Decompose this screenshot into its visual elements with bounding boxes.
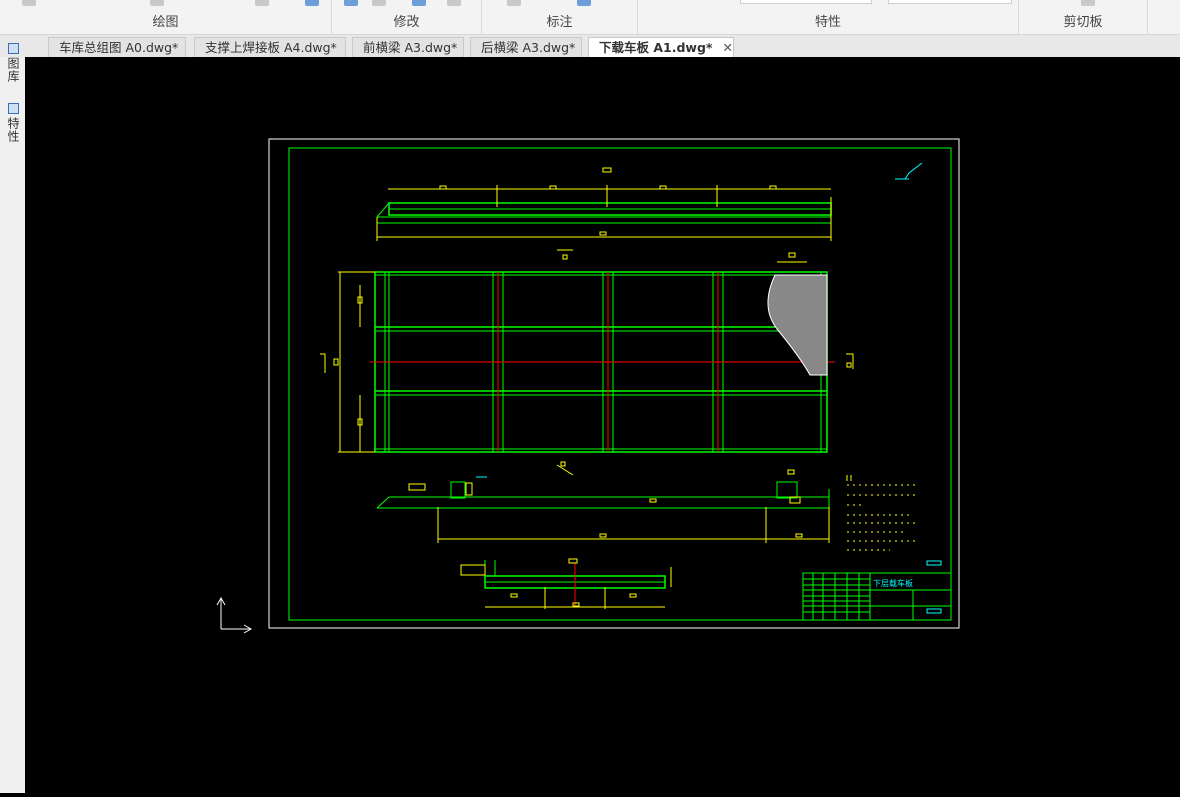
- technical-notes: [846, 475, 918, 551]
- hatch-tool-icon[interactable]: [255, 0, 269, 6]
- cad-drawing[interactable]: 下层载车板: [25, 57, 1180, 793]
- view-front-elevation: [376, 461, 830, 543]
- sheet-frame: [268, 138, 960, 629]
- ribbon-group-label-properties: 特性: [814, 15, 841, 30]
- ribbon-group-label-draw: 绘图: [152, 15, 179, 30]
- library-icon: [7, 43, 19, 54]
- ribbon-group-label-clipboard: 剪切板: [1063, 15, 1103, 30]
- ribbon-group-clipboard[interactable]: 剪切板: [1019, 0, 1148, 34]
- lineweight-select[interactable]: [888, 0, 1012, 4]
- arc-tool-icon[interactable]: [150, 0, 164, 6]
- region-tool-icon[interactable]: [305, 0, 319, 6]
- view-part-detail: [460, 558, 672, 609]
- ribbon-group-label-modify: 修改: [393, 15, 420, 30]
- tab-rear-beam[interactable]: 后横梁 A3.dwg*: [470, 37, 582, 57]
- rotate-tool-icon[interactable]: [412, 0, 426, 6]
- title-block-name: 下层载车板: [873, 578, 913, 588]
- ribbon-group-properties[interactable]: 特性: [638, 0, 1019, 34]
- move-tool-icon[interactable]: [344, 0, 358, 6]
- title-block: 下层载车板: [802, 560, 952, 621]
- ucs-icon: [216, 596, 253, 634]
- side-panel-library[interactable]: 图库: [5, 43, 22, 83]
- paste-tool-icon[interactable]: [1081, 0, 1095, 6]
- hatch-region: [767, 274, 828, 376]
- document-tab-bar: 车库总组图 A0.dwg* 支撑上焊接板 A4.dwg* 前横梁 A3.dwg*…: [0, 35, 1180, 57]
- ribbon-group-draw[interactable]: 绘图: [0, 0, 332, 34]
- ribbon-group-annotate[interactable]: 标注: [482, 0, 638, 34]
- line-tool-icon[interactable]: [22, 0, 36, 6]
- view-plan: [320, 249, 854, 453]
- side-panel-strip: 图库 特性: [0, 43, 26, 793]
- mirror-tool-icon[interactable]: [447, 0, 461, 6]
- drawing-canvas[interactable]: 下层载车板: [25, 57, 1180, 793]
- tab-front-beam[interactable]: 前横梁 A3.dwg*: [352, 37, 464, 57]
- text-tool-icon[interactable]: [577, 0, 591, 6]
- properties-icon: [7, 103, 19, 114]
- ribbon-group-modify[interactable]: 修改: [332, 0, 482, 34]
- linear-dim-icon[interactable]: [507, 0, 521, 6]
- ribbon-group-label-annotate: 标注: [546, 15, 573, 30]
- side-panel-properties[interactable]: 特性: [5, 103, 22, 143]
- view-top-elevation: [376, 167, 832, 241]
- sheet-border: [288, 147, 952, 621]
- tab-lower-carrier-plate[interactable]: 下载车板 A1.dwg* ✕: [588, 37, 734, 57]
- tab-support-weld-plate[interactable]: 支撑上焊接板 A4.dwg*: [194, 37, 346, 57]
- close-tab-icon[interactable]: ✕: [722, 40, 732, 55]
- ribbon-toolbar: 绘图 修改 标注 特性 剪切板: [0, 0, 1180, 35]
- tab-garage-assembly[interactable]: 车库总组图 A0.dwg*: [48, 37, 186, 57]
- roughness-symbol-icon: [895, 162, 923, 180]
- linetype-select[interactable]: [740, 0, 872, 4]
- copy-tool-icon[interactable]: [372, 0, 386, 6]
